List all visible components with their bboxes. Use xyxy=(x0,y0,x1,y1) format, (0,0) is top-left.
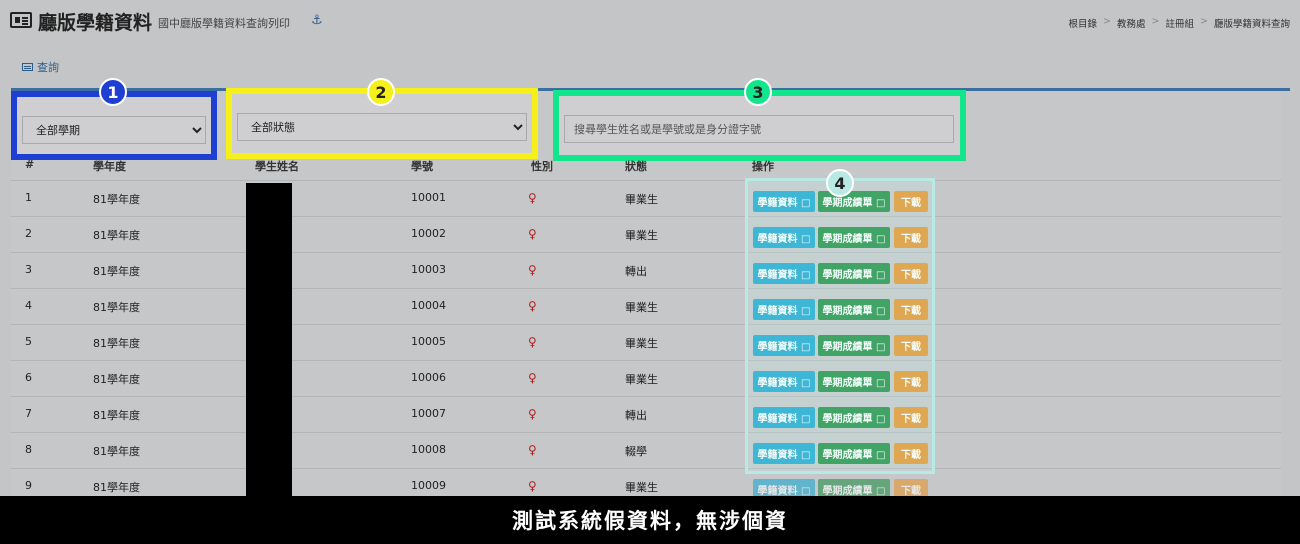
status-select[interactable]: 全部狀態 xyxy=(237,113,527,141)
row-year: 81學年度 xyxy=(93,193,140,206)
female-icon: ♀ xyxy=(528,299,537,313)
page: 廳版學籍資料 國中廳版學籍資料查詢列印 ⚓ 根目錄 > 教務處 > 註冊組 > … xyxy=(0,0,1300,496)
table-row: 1 81學年度 10001 ♀ 畢業生 學籍資料 □ 學期成績單 □ 下載 xyxy=(11,180,1281,216)
row-status: 畢業生 xyxy=(625,481,658,494)
col-status: 狀態 xyxy=(625,160,647,173)
breadcrumb-academic-affairs[interactable]: 教務處 xyxy=(1117,16,1146,30)
row-status: 輟學 xyxy=(625,445,647,458)
col-year: 學年度 xyxy=(93,160,126,173)
row-year: 81學年度 xyxy=(93,265,140,278)
row-year: 81學年度 xyxy=(93,481,140,494)
list-icon xyxy=(22,63,33,71)
row-number: 8 xyxy=(25,443,32,456)
badge-2: 2 xyxy=(367,78,395,106)
badge-4: 4 xyxy=(826,169,854,197)
row-year: 81學年度 xyxy=(93,301,140,314)
female-icon: ♀ xyxy=(528,263,537,277)
redacted-names xyxy=(246,183,292,496)
breadcrumb-root[interactable]: 根目錄 xyxy=(1069,16,1098,30)
female-icon: ♀ xyxy=(528,191,537,205)
row-year: 81學年度 xyxy=(93,337,140,350)
row-number: 9 xyxy=(25,479,32,492)
page-subtitle: 國中廳版學籍資料查詢列印 xyxy=(158,17,290,30)
col-actions: 操作 xyxy=(752,160,774,173)
table-row: 7 81學年度 10007 ♀ 轉出 學籍資料 □ 學期成績單 □ 下載 xyxy=(11,396,1281,432)
term-grades-button[interactable]: 學期成績單 □ xyxy=(818,479,890,496)
row-year: 81學年度 xyxy=(93,229,140,242)
breadcrumb-registry[interactable]: 註冊組 xyxy=(1166,16,1195,30)
row-student-id: 10006 xyxy=(411,371,446,384)
col-student-id: 學號 xyxy=(411,160,433,173)
breadcrumb-separator: > xyxy=(1151,16,1160,27)
table-row: 9 81學年度 10009 ♀ 畢業生 學籍資料 □ 學期成績單 □ 下載 xyxy=(11,468,1281,496)
row-number: 3 xyxy=(25,263,32,276)
row-number: 7 xyxy=(25,407,32,420)
row-status: 轉出 xyxy=(625,265,647,278)
row-number: 1 xyxy=(25,191,32,204)
row-student-id: 10005 xyxy=(411,335,446,348)
table-row: 4 81學年度 10004 ♀ 畢業生 學籍資料 □ 學期成績單 □ 下載 xyxy=(11,288,1281,324)
table-row: 8 81學年度 10008 ♀ 輟學 學籍資料 □ 學期成績單 □ 下載 xyxy=(11,432,1281,468)
row-status: 畢業生 xyxy=(625,229,658,242)
table-row: 6 81學年度 10006 ♀ 畢業生 學籍資料 □ 學期成績單 □ 下載 xyxy=(11,360,1281,396)
female-icon: ♀ xyxy=(528,443,537,457)
row-student-id: 10004 xyxy=(411,299,446,312)
table-row: 3 81學年度 10003 ♀ 轉出 學籍資料 □ 學期成績單 □ 下載 xyxy=(11,252,1281,288)
row-number: 6 xyxy=(25,371,32,384)
row-status: 轉出 xyxy=(625,409,647,422)
row-status: 畢業生 xyxy=(625,193,658,206)
row-student-id: 10009 xyxy=(411,479,446,492)
tab-query-label: 查詢 xyxy=(37,61,59,74)
table-row: 5 81學年度 10005 ♀ 畢業生 學籍資料 □ 學期成績單 □ 下載 xyxy=(11,324,1281,360)
female-icon: ♀ xyxy=(528,371,537,385)
student-record-button[interactable]: 學籍資料 □ xyxy=(753,479,815,496)
row-number: 4 xyxy=(25,299,32,312)
actions-highlight xyxy=(745,178,935,474)
row-status: 畢業生 xyxy=(625,373,658,386)
row-year: 81學年度 xyxy=(93,445,140,458)
female-icon: ♀ xyxy=(528,335,537,349)
badge-3: 3 xyxy=(744,78,772,106)
breadcrumb: 根目錄 > 教務處 > 註冊組 > 廳版學籍資料查詢 xyxy=(1069,16,1290,30)
footer-caption: 測試系統假資料，無涉個資 xyxy=(0,496,1300,544)
row-year: 81學年度 xyxy=(93,409,140,422)
breadcrumb-separator: > xyxy=(1103,16,1112,27)
row-number: 5 xyxy=(25,335,32,348)
badge-1: 1 xyxy=(99,78,127,106)
col-gender: 性別 xyxy=(531,160,553,173)
table-header: # 學年度 學生姓名 學號 性別 狀態 操作 xyxy=(11,158,1281,176)
col-name: 學生姓名 xyxy=(255,160,299,173)
breadcrumb-separator: > xyxy=(1200,16,1208,27)
row-student-id: 10002 xyxy=(411,227,446,240)
breadcrumb-current: 廳版學籍資料查詢 xyxy=(1213,19,1290,30)
col-number: # xyxy=(25,158,35,171)
download-button[interactable]: 下載 xyxy=(894,479,928,496)
tab-bar: 查詢 xyxy=(11,55,1290,91)
row-student-id: 10003 xyxy=(411,263,446,276)
tab-query[interactable]: 查詢 xyxy=(22,59,59,75)
female-icon: ♀ xyxy=(528,407,537,421)
search-input[interactable] xyxy=(564,115,954,143)
header: 廳版學籍資料 國中廳版學籍資料查詢列印 ⚓ 根目錄 > 教務處 > 註冊組 > … xyxy=(0,0,1300,46)
row-status: 畢業生 xyxy=(625,337,658,350)
row-year: 81學年度 xyxy=(93,373,140,386)
table-row: 2 81學年度 10002 ♀ 畢業生 學籍資料 □ 學期成績單 □ 下載 xyxy=(11,216,1281,252)
row-student-id: 10001 xyxy=(411,191,446,204)
term-select[interactable]: 全部學期 xyxy=(22,116,206,144)
row-student-id: 10008 xyxy=(411,443,446,456)
female-icon: ♀ xyxy=(528,227,537,241)
row-student-id: 10007 xyxy=(411,407,446,420)
id-card-icon xyxy=(10,12,32,28)
female-icon: ♀ xyxy=(528,479,537,493)
anchor-icon[interactable]: ⚓ xyxy=(311,13,323,28)
row-number: 2 xyxy=(25,227,32,240)
row-status: 畢業生 xyxy=(625,301,658,314)
page-title: 廳版學籍資料 xyxy=(38,12,153,34)
